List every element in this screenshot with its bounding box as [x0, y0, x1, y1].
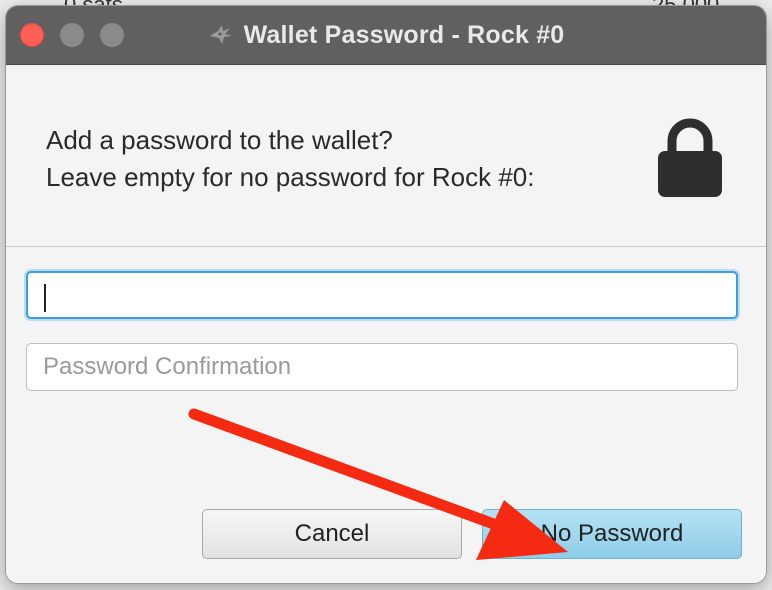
window-title: Wallet Password - Rock #0	[243, 20, 565, 49]
title-container: Wallet Password - Rock #0	[6, 6, 766, 64]
password-input[interactable]	[26, 271, 738, 319]
sparrow-bird-icon	[209, 25, 232, 44]
header-question: Add a password to the wallet?	[46, 125, 393, 155]
header-instruction: Leave empty for no password for Rock #0:	[46, 162, 535, 192]
dialog-header: Add a password to the wallet? Leave empt…	[6, 65, 766, 247]
password-confirmation-input[interactable]	[26, 343, 738, 391]
dialog-content: Cancel No Password	[6, 247, 766, 583]
cancel-button[interactable]: Cancel	[202, 509, 462, 559]
lock-icon	[658, 118, 722, 197]
wallet-password-dialog: Wallet Password - Rock #0 Add a password…	[6, 6, 766, 583]
text-caret	[44, 284, 46, 312]
title-bar[interactable]: Wallet Password - Rock #0	[6, 6, 766, 65]
no-password-button[interactable]: No Password	[482, 509, 742, 559]
